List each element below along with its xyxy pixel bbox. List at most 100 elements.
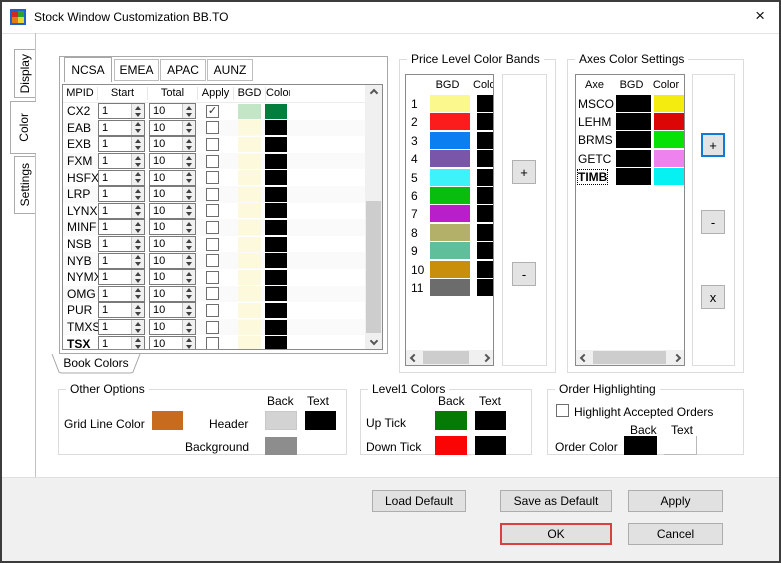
axes-list[interactable]: Axe BGD Color MSCO LEHM BRMS GETC TIMB — [575, 74, 685, 366]
axes-row[interactable]: GETC — [576, 149, 684, 168]
highlight-accepted-orders-checkbox[interactable] — [556, 404, 569, 417]
price-band-row[interactable]: 2 — [406, 113, 493, 131]
bgd-color-swatch[interactable] — [429, 95, 471, 112]
text-color-swatch[interactable] — [477, 205, 493, 223]
text-color-swatch[interactable] — [265, 336, 287, 349]
spin-up-icon[interactable] — [183, 336, 195, 344]
axes-scroll-thumb[interactable] — [593, 351, 666, 364]
spin-up-icon[interactable] — [132, 320, 144, 328]
text-color-swatch[interactable] — [265, 219, 287, 235]
scroll-up-icon[interactable] — [365, 85, 382, 101]
spin-up-icon[interactable] — [183, 320, 195, 328]
spin-down-icon[interactable] — [183, 293, 195, 301]
spin-up-icon[interactable] — [183, 253, 195, 261]
side-tab-settings[interactable]: Settings — [14, 156, 35, 214]
total-stepper[interactable]: 10 — [149, 252, 196, 269]
bgd-color-swatch[interactable] — [429, 223, 471, 241]
start-stepper[interactable]: 1 — [98, 236, 145, 253]
spin-up-icon[interactable] — [132, 237, 144, 245]
total-stepper[interactable]: 10 — [149, 269, 196, 286]
total-stepper[interactable]: 10 — [149, 186, 196, 203]
bgd-color-swatch[interactable] — [238, 286, 261, 302]
apply-checkbox[interactable] — [206, 121, 219, 135]
spin-up-icon[interactable] — [132, 286, 144, 294]
apply-button[interactable]: Apply — [628, 490, 723, 512]
price-remove-button[interactable]: - — [512, 262, 536, 286]
price-add-button[interactable]: + — [512, 160, 536, 184]
apply-checkbox[interactable] — [206, 303, 219, 317]
text-color-swatch[interactable] — [477, 168, 493, 186]
mpid-scroll-thumb[interactable] — [366, 201, 381, 336]
price-bands-list[interactable]: BGD Color 1 2 3 4 5 6 7 8 — [405, 74, 494, 366]
spin-up-icon[interactable] — [183, 220, 195, 228]
spin-down-icon[interactable] — [132, 244, 144, 252]
spin-up-icon[interactable] — [183, 154, 195, 162]
spin-down-icon[interactable] — [132, 310, 144, 318]
price-band-row[interactable]: 3 — [406, 131, 493, 150]
tab-book-colors[interactable]: Book Colors — [51, 354, 141, 374]
apply-checkbox[interactable] — [206, 187, 219, 201]
bgd-color-swatch[interactable] — [616, 95, 651, 112]
scroll-left-icon[interactable] — [576, 350, 591, 365]
spin-up-icon[interactable] — [132, 187, 144, 195]
apply-checkbox[interactable]: ✓ — [206, 104, 219, 118]
total-stepper[interactable]: 10 — [149, 136, 196, 153]
apply-checkbox[interactable] — [206, 137, 219, 151]
apply-checkbox[interactable] — [206, 254, 219, 268]
ok-button[interactable]: OK — [500, 523, 612, 545]
text-color-swatch[interactable] — [265, 153, 287, 169]
text-color-swatch[interactable] — [477, 223, 493, 241]
start-stepper[interactable]: 1 — [98, 302, 145, 319]
spin-down-icon[interactable] — [183, 277, 195, 285]
spin-down-icon[interactable] — [183, 177, 195, 185]
price-band-row[interactable]: 9 — [406, 242, 493, 260]
axes-row[interactable]: LEHM — [576, 113, 684, 131]
start-stepper[interactable]: 1 — [98, 186, 145, 203]
spin-down-icon[interactable] — [183, 327, 195, 335]
text-color-swatch[interactable] — [265, 302, 287, 318]
price-band-row[interactable]: 7 — [406, 205, 493, 223]
bgd-color-swatch[interactable] — [616, 167, 651, 185]
start-stepper[interactable]: 1 — [98, 335, 145, 349]
spin-up-icon[interactable] — [132, 336, 144, 344]
spin-up-icon[interactable] — [132, 154, 144, 162]
bgd-color-swatch[interactable] — [429, 150, 471, 168]
bgd-color-swatch[interactable] — [429, 260, 471, 278]
bgd-color-swatch[interactable] — [429, 168, 471, 186]
spin-down-icon[interactable] — [132, 127, 144, 135]
down-tick-back-swatch[interactable] — [435, 436, 467, 455]
text-color-swatch[interactable] — [265, 269, 287, 285]
text-color-swatch[interactable] — [653, 131, 684, 149]
text-color-swatch[interactable] — [265, 253, 287, 269]
start-stepper[interactable]: 1 — [98, 319, 145, 336]
apply-checkbox[interactable] — [206, 171, 219, 185]
header-text-swatch[interactable] — [305, 411, 336, 430]
price-band-row[interactable]: 1 — [406, 95, 493, 113]
spin-down-icon[interactable] — [183, 227, 195, 235]
start-stepper[interactable]: 1 — [98, 103, 145, 120]
bgd-color-swatch[interactable] — [238, 120, 261, 136]
scroll-right-icon[interactable] — [669, 350, 684, 365]
spin-up-icon[interactable] — [132, 104, 144, 112]
text-color-swatch[interactable] — [653, 113, 684, 131]
apply-checkbox[interactable] — [206, 154, 219, 168]
start-stepper[interactable]: 1 — [98, 285, 145, 302]
spin-down-icon[interactable] — [183, 260, 195, 268]
bgd-color-swatch[interactable] — [616, 149, 651, 167]
apply-checkbox[interactable] — [206, 287, 219, 301]
bgd-color-swatch[interactable] — [238, 186, 261, 202]
text-color-swatch[interactable] — [265, 286, 287, 302]
spin-up-icon[interactable] — [183, 203, 195, 211]
spin-up-icon[interactable] — [183, 237, 195, 245]
bgd-color-swatch[interactable] — [429, 278, 471, 296]
bgd-color-swatch[interactable] — [238, 219, 261, 235]
spin-down-icon[interactable] — [183, 127, 195, 135]
text-color-swatch[interactable] — [653, 167, 684, 185]
grid-line-color-swatch[interactable] — [152, 411, 183, 430]
total-stepper[interactable]: 10 — [149, 319, 196, 336]
spin-down-icon[interactable] — [132, 161, 144, 169]
scroll-down-icon[interactable] — [365, 333, 382, 349]
spin-up-icon[interactable] — [183, 170, 195, 178]
total-stepper[interactable]: 10 — [149, 335, 196, 349]
spin-up-icon[interactable] — [132, 120, 144, 128]
